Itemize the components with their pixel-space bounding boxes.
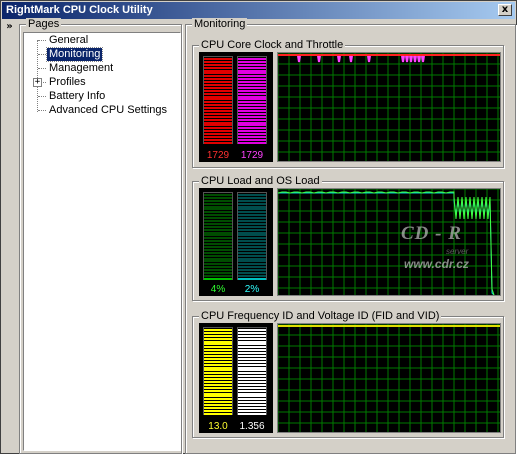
throttle-spike <box>349 55 353 63</box>
tree-connector <box>37 40 38 112</box>
fid-vid-panel-title: CPU Frequency ID and Voltage ID (FID and… <box>199 310 442 322</box>
expand-profiles-icon[interactable]: + <box>33 78 42 87</box>
core-clock-bar <box>203 56 233 144</box>
tree-connector <box>38 96 46 97</box>
throttle-spike <box>409 55 413 63</box>
core-clock-value: 1729 <box>206 150 230 161</box>
throttle-bar <box>237 56 267 144</box>
title-bar[interactable]: RightMark CPU Clock Utility x <box>2 2 515 19</box>
throttle-spike <box>317 55 321 63</box>
clock-graph-svg <box>278 53 500 161</box>
sidebar-item-advanced-cpu-settings[interactable]: Advanced CPU Settings <box>47 104 169 117</box>
sidebar-item-management[interactable]: Management <box>47 62 115 75</box>
clock-panel-title: CPU Core Clock and Throttle <box>199 39 346 51</box>
app-window: RightMark CPU Clock Utility x » Pages + … <box>0 0 517 454</box>
load-graph <box>277 188 501 296</box>
throttle-spike <box>405 55 409 63</box>
collapse-sidebar-button[interactable]: » <box>3 21 16 34</box>
tree-connector <box>38 68 46 69</box>
watermark-url: www.cdr.cz <box>404 257 469 271</box>
clock-graph <box>277 52 501 162</box>
sidebar-item-battery-info[interactable]: Battery Info <box>47 90 107 103</box>
cpu-load-value: 4% <box>210 284 226 295</box>
load-graph-svg <box>278 189 500 295</box>
watermark-logo: CD - R <box>401 223 462 244</box>
pages-group-label: Pages <box>26 18 62 30</box>
sidebar-item-profiles[interactable]: Profiles <box>47 76 88 89</box>
watermark-tag: server <box>446 247 469 256</box>
os-load-bar <box>237 192 267 280</box>
window-title: RightMark CPU Clock Utility <box>6 4 153 16</box>
clock-bars: 1729 1729 <box>199 52 273 162</box>
os-load-value: 2% <box>244 284 260 295</box>
fid-vid-bars: 13.0 1.356 <box>199 323 273 433</box>
sidebar-item-monitoring[interactable]: Monitoring <box>45 47 104 62</box>
fid-vid-graph <box>277 323 501 433</box>
vid-value: 1.356 <box>239 421 265 432</box>
throttle-spike <box>417 55 421 63</box>
pages-tree[interactable]: + General Monitoring Management Profiles… <box>23 32 181 451</box>
throttle-spike <box>413 55 417 63</box>
fid-value: 13.0 <box>208 421 228 432</box>
fid-bar <box>203 327 233 415</box>
load-bars: 4% 2% <box>199 188 273 296</box>
tree-connector <box>38 40 46 41</box>
load-panel-title: CPU Load and OS Load <box>199 175 322 187</box>
fid-vid-graph-svg <box>278 324 500 432</box>
throttle-spike <box>367 55 371 63</box>
close-button[interactable]: x <box>498 4 512 16</box>
throttle-value: 1729 <box>240 150 264 161</box>
throttle-spike <box>337 55 341 63</box>
throttle-spike <box>421 55 425 63</box>
tree-connector <box>38 54 46 55</box>
vid-bar <box>237 327 267 415</box>
tree-connector <box>38 110 46 111</box>
throttle-spike <box>401 55 405 63</box>
sidebar-item-general[interactable]: General <box>47 34 90 47</box>
throttle-spike <box>297 55 301 63</box>
monitoring-group-label: Monitoring <box>192 18 248 30</box>
cpu-load-bar <box>203 192 233 280</box>
